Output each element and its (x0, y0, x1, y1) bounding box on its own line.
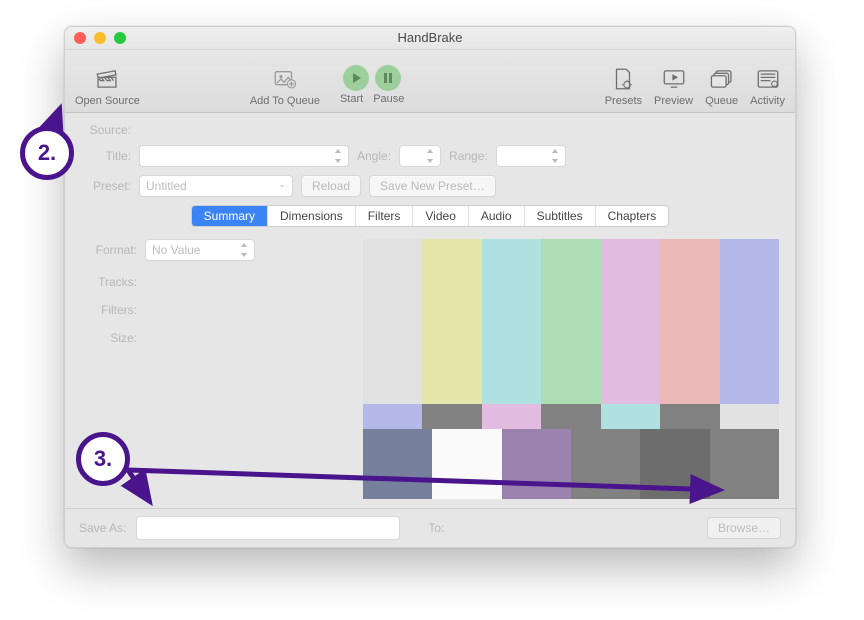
add-image-icon (271, 65, 299, 93)
titlebar: HandBrake (65, 27, 795, 50)
tab-bar: Summary Dimensions Filters Video Audio S… (191, 205, 670, 227)
filters-label: Filters: (81, 303, 137, 317)
annotation-arrow-3 (110, 452, 750, 532)
tab-chapters[interactable]: Chapters (596, 206, 669, 226)
save-new-preset-button[interactable]: Save New Preset… (369, 175, 496, 197)
tab-subtitles[interactable]: Subtitles (525, 206, 596, 226)
format-select[interactable]: No Value (145, 239, 255, 261)
tab-video[interactable]: Video (413, 206, 468, 226)
tracks-label: Tracks: (81, 275, 137, 289)
monitor-play-icon (660, 65, 688, 93)
annotation-callout-3: 3. (76, 432, 130, 486)
open-source-button[interactable]: Open Source (75, 65, 140, 107)
preset-value: Untitled (146, 179, 187, 193)
annotation-callout-2: 2. (20, 126, 74, 180)
stack-icon (708, 65, 736, 93)
tab-audio[interactable]: Audio (469, 206, 525, 226)
document-gear-icon (609, 65, 637, 93)
preview-button[interactable]: Preview (654, 65, 693, 107)
activity-label: Activity (750, 95, 785, 107)
format-label: Format: (81, 243, 137, 257)
preset-label: Preset: (81, 179, 131, 193)
size-label: Size: (81, 331, 137, 345)
activity-button[interactable]: i Activity (750, 65, 785, 107)
pause-button[interactable] (375, 65, 401, 91)
start-pause-group: Start Pause (340, 65, 404, 107)
title-select[interactable] (139, 145, 349, 167)
open-source-label: Open Source (75, 95, 140, 107)
presets-label: Presets (605, 95, 642, 107)
queue-label: Queue (705, 95, 738, 107)
tab-summary[interactable]: Summary (192, 206, 268, 226)
start-label: Start (340, 93, 363, 105)
source-label: Source: (81, 123, 131, 137)
tab-dimensions[interactable]: Dimensions (268, 206, 356, 226)
content-area: Source: Title: Angle: Range: Preset: Unt… (65, 113, 795, 499)
pause-label: Pause (373, 93, 404, 105)
window-title: HandBrake (65, 30, 795, 45)
queue-button[interactable]: Queue (705, 65, 738, 107)
presets-button[interactable]: Presets (605, 65, 642, 107)
toolbar: Open Source Add To Queue Start (65, 50, 795, 113)
angle-label: Angle: (357, 149, 391, 163)
range-label: Range: (449, 149, 488, 163)
reload-button[interactable]: Reload (301, 175, 361, 197)
preset-select[interactable]: Untitled ⌄ (139, 175, 293, 197)
range-select[interactable] (496, 145, 566, 167)
start-button[interactable] (343, 65, 369, 91)
clapperboard-icon (93, 65, 121, 93)
tab-filters[interactable]: Filters (356, 206, 414, 226)
add-to-queue-button[interactable]: Add To Queue (250, 65, 320, 107)
terminal-icon: i (754, 65, 782, 93)
format-value: No Value (152, 243, 200, 257)
add-to-queue-label: Add To Queue (250, 95, 320, 107)
title-label: Title: (81, 149, 131, 163)
preview-label: Preview (654, 95, 693, 107)
angle-select[interactable] (399, 145, 441, 167)
